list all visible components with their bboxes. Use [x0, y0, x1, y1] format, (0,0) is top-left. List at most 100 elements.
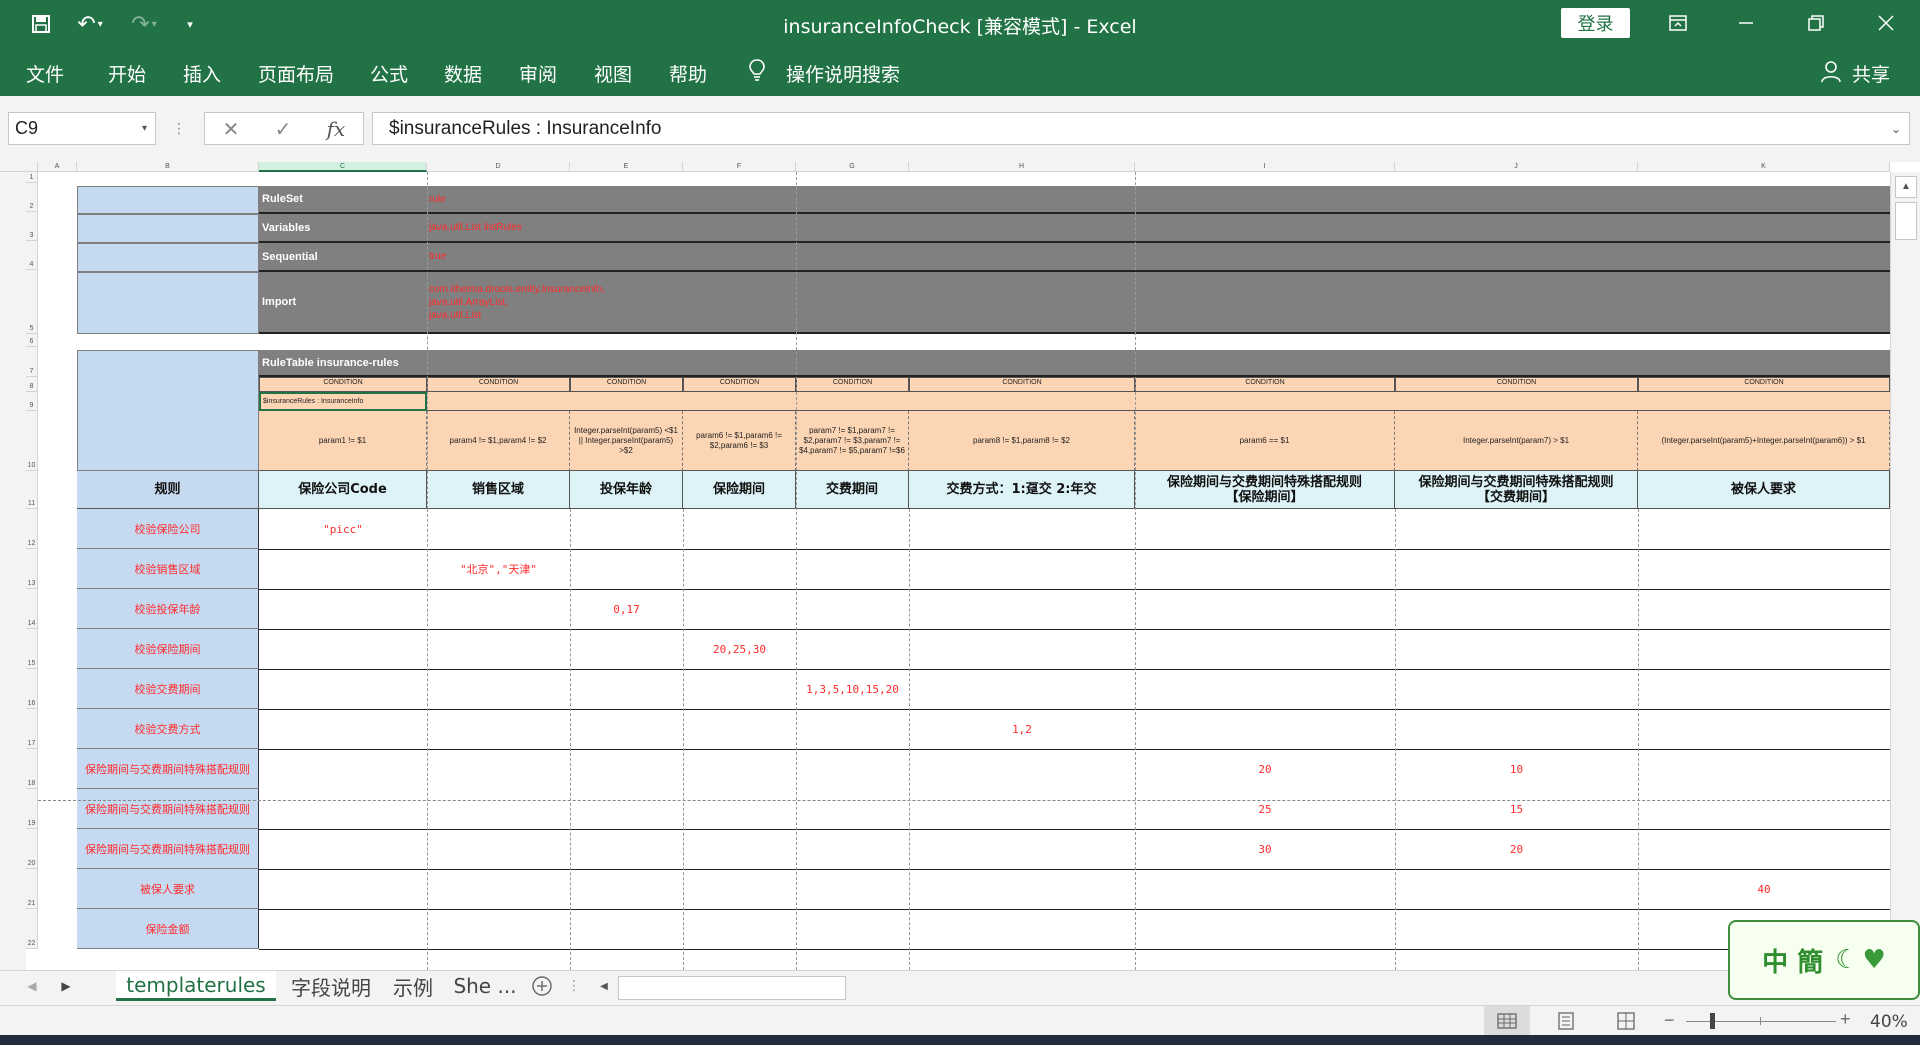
- redo-icon[interactable]: ↷ ▾: [124, 10, 164, 38]
- row-header[interactable]: 1: [26, 172, 38, 183]
- rule-value[interactable]: 10: [1395, 749, 1638, 789]
- row-header[interactable]: 14: [26, 589, 38, 629]
- page-layout-view-icon[interactable]: [1546, 1006, 1586, 1036]
- rule-value[interactable]: 15: [1395, 789, 1638, 829]
- condition-cell[interactable]: CONDITION: [1135, 377, 1395, 392]
- rule-value[interactable]: 40: [1638, 869, 1890, 909]
- zoom-out-icon[interactable]: −: [1664, 1010, 1675, 1031]
- row-header[interactable]: 6: [26, 334, 38, 347]
- normal-view-icon[interactable]: [1484, 1006, 1530, 1036]
- expression-cell[interactable]: param7 != $1,param7 != $2,param7 != $3,p…: [796, 411, 909, 471]
- row-header[interactable]: 12: [26, 509, 38, 549]
- sequential-label[interactable]: Sequential: [259, 243, 427, 272]
- rule-name[interactable]: 被保人要求: [77, 869, 259, 909]
- row-header[interactable]: 18: [26, 749, 38, 789]
- condition-cell[interactable]: CONDITION: [259, 377, 427, 392]
- restore-icon[interactable]: [1786, 6, 1846, 40]
- name-box[interactable]: C9 ▾: [8, 112, 156, 145]
- col-header-i[interactable]: I: [1135, 162, 1395, 172]
- expression-cell[interactable]: Integer.parseInt(param5) <$1 || Integer.…: [570, 411, 683, 471]
- row-header[interactable]: 11: [26, 471, 38, 509]
- row-header[interactable]: 9: [26, 392, 38, 411]
- ruletable-label[interactable]: RuleTable insurance-rules: [259, 350, 427, 377]
- sheet-tab-templaterules[interactable]: templaterules: [116, 971, 276, 1001]
- zoom-slider[interactable]: [1686, 1013, 1836, 1029]
- ruletable-value[interactable]: [427, 350, 1890, 377]
- col-header-e[interactable]: E: [570, 162, 683, 172]
- col-header-d[interactable]: D: [427, 162, 570, 172]
- scroll-thumb[interactable]: [1895, 202, 1917, 240]
- page-break-preview-icon[interactable]: [1606, 1006, 1646, 1036]
- sequential-b-cell[interactable]: [77, 243, 259, 272]
- row-header[interactable]: 3: [26, 212, 38, 241]
- row-header[interactable]: 4: [26, 241, 38, 270]
- name-box-dropdown-icon[interactable]: ▾: [142, 123, 147, 134]
- cancel-icon[interactable]: ✕: [223, 117, 240, 141]
- row-header[interactable]: 21: [26, 869, 38, 909]
- login-button[interactable]: 登录: [1561, 8, 1630, 38]
- save-icon[interactable]: [26, 10, 56, 38]
- rule-value[interactable]: 30: [1135, 829, 1395, 869]
- expression-cell[interactable]: Integer.parseInt(param7) > $1: [1395, 411, 1638, 471]
- tab-data[interactable]: 数据: [444, 60, 482, 87]
- rule-name[interactable]: 保险金额: [77, 909, 259, 949]
- row-header[interactable]: 2: [26, 183, 38, 212]
- variables-label[interactable]: Variables: [259, 214, 427, 243]
- sheet-tab-example[interactable]: 示例: [385, 971, 441, 1001]
- col-header-j[interactable]: J: [1395, 162, 1638, 172]
- condition-cell[interactable]: CONDITION: [1395, 377, 1638, 392]
- next-sheet-icon[interactable]: ▶: [56, 971, 76, 1001]
- header-rule[interactable]: 规则: [77, 471, 259, 509]
- ribbon-display-options-icon[interactable]: [1648, 6, 1708, 40]
- rule-name[interactable]: 保险期间与交费期间特殊搭配规则: [77, 749, 259, 789]
- row-header[interactable]: 13: [26, 549, 38, 589]
- sequential-value[interactable]: true: [427, 243, 1890, 272]
- h-scroll-thumb[interactable]: [618, 976, 846, 1000]
- expand-formula-icon[interactable]: ⌄: [1891, 122, 1901, 136]
- tab-review[interactable]: 审阅: [519, 60, 557, 87]
- import-value[interactable]: com.itheima.drools.entity.InsuranceInfo,…: [427, 272, 1890, 334]
- minimize-icon[interactable]: [1716, 6, 1776, 40]
- tell-me-search[interactable]: 操作说明搜索: [786, 60, 900, 87]
- import-b-cell[interactable]: [77, 272, 259, 334]
- vertical-scrollbar[interactable]: ▲: [1890, 172, 1920, 970]
- rule-name[interactable]: 校验投保年龄: [77, 589, 259, 629]
- col-header-c[interactable]: C: [259, 162, 427, 172]
- scroll-up-icon[interactable]: ▲: [1895, 176, 1917, 198]
- expression-cell[interactable]: param6 != $1,param6 != $2,param6 != $3: [683, 411, 796, 471]
- lightbulb-icon[interactable]: [748, 58, 766, 87]
- zoom-in-icon[interactable]: +: [1840, 1009, 1851, 1030]
- row-header[interactable]: 7: [26, 347, 38, 377]
- header-cell[interactable]: 投保年龄: [570, 471, 683, 509]
- col-header-k[interactable]: K: [1638, 162, 1890, 172]
- header-cell[interactable]: 被保人要求: [1638, 471, 1890, 509]
- condition-cell[interactable]: CONDITION: [909, 377, 1135, 392]
- condition-cell[interactable]: CONDITION: [427, 377, 570, 392]
- col-header-g[interactable]: G: [796, 162, 909, 172]
- rule-value[interactable]: 0,17: [570, 589, 683, 629]
- selected-cell-c9[interactable]: $insuranceRules : InsuranceInfo: [259, 392, 427, 411]
- rule-value[interactable]: 1,3,5,10,15,20: [796, 669, 909, 709]
- ruleset-label[interactable]: RuleSet: [259, 186, 427, 214]
- condition-cell[interactable]: CONDITION: [796, 377, 909, 392]
- expression-cell[interactable]: (Integer.parseInt(param5)+Integer.parseI…: [1638, 411, 1890, 471]
- expression-cell[interactable]: param6 == $1: [1135, 411, 1395, 471]
- zoom-slider-thumb[interactable]: [1710, 1013, 1715, 1029]
- sheet-tab-more[interactable]: She ...: [449, 971, 521, 1001]
- header-cell[interactable]: 交费期间: [796, 471, 909, 509]
- tab-page-layout[interactable]: 页面布局: [258, 60, 334, 87]
- worksheet-grid[interactable]: A B C D E F G H I J K 1 2 3 4 5 6 7 8 9 …: [0, 162, 1920, 970]
- enter-icon[interactable]: ✓: [275, 117, 292, 141]
- header-cell[interactable]: 交费方式：1:趸交 2:年交: [909, 471, 1135, 509]
- select-all-corner[interactable]: [0, 162, 38, 172]
- variables-value[interactable]: java.util.List listRules: [427, 214, 1890, 243]
- col-header-h[interactable]: H: [909, 162, 1135, 172]
- condition-cell[interactable]: CONDITION: [1638, 377, 1890, 392]
- row-header[interactable]: 15: [26, 629, 38, 669]
- tab-file[interactable]: 文件: [26, 60, 64, 87]
- row-header[interactable]: 5: [26, 270, 38, 334]
- customize-qat-icon[interactable]: ▾: [180, 10, 200, 38]
- share-user-icon[interactable]: [1820, 59, 1842, 88]
- rule-value[interactable]: "picc": [259, 509, 427, 549]
- expression-cell[interactable]: param4 != $1,param4 != $2: [427, 411, 570, 471]
